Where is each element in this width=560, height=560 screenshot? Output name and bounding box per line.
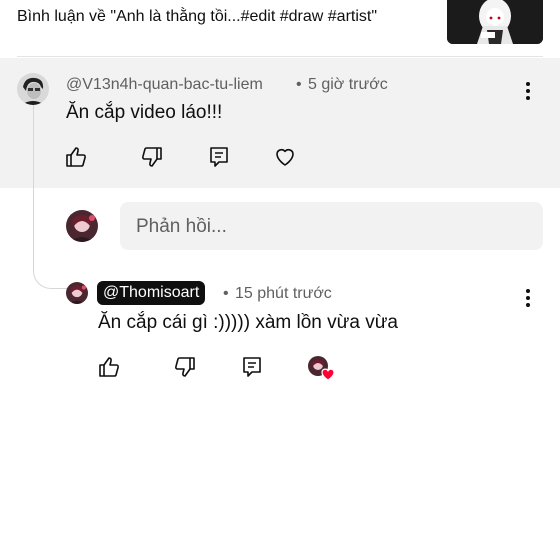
comment-text: Ăn cắp video láo!!! [66,102,223,123]
reply-author-badge[interactable]: @Thomisoart [97,281,206,305]
comment-separator: • [296,76,302,93]
comments-title: Bình luận về "Anh là thằng tồi...#edit #… [17,8,378,25]
reply-dislike-icon[interactable] [173,355,197,379]
reply-author-avatar[interactable] [66,282,88,304]
user-avatar [66,210,98,242]
comment-more-icon[interactable] [518,80,538,102]
thread-connector-line [33,104,74,289]
video-thumbnail[interactable] [447,0,543,44]
reply-more-icon[interactable] [518,287,538,309]
reply-icon[interactable] [207,145,231,169]
reply-separator: • [223,285,229,302]
dislike-icon[interactable] [140,145,164,169]
reply-time: 15 phút trước [235,285,332,302]
reply-text: Ăn cắp cái gì :))))) xàm lồn vừa vừa [98,312,398,333]
reply-reply-icon[interactable] [240,355,264,379]
reply-input[interactable]: Phản hồi... [120,202,543,250]
reply-input-placeholder: Phản hồi... [136,216,227,237]
creator-heart-icon[interactable] [307,355,335,381]
like-icon[interactable] [64,145,88,169]
commenter-avatar[interactable] [17,73,49,105]
comments-header: Bình luận về "Anh là thằng tồi...#edit #… [0,0,560,56]
comment-time: 5 giờ trước [308,76,388,93]
header-divider [17,56,543,57]
comment-author[interactable]: @V13n4h-quan-bac-tu-liem [66,76,263,94]
reply-like-icon[interactable] [97,355,121,379]
heart-icon[interactable] [273,145,297,169]
